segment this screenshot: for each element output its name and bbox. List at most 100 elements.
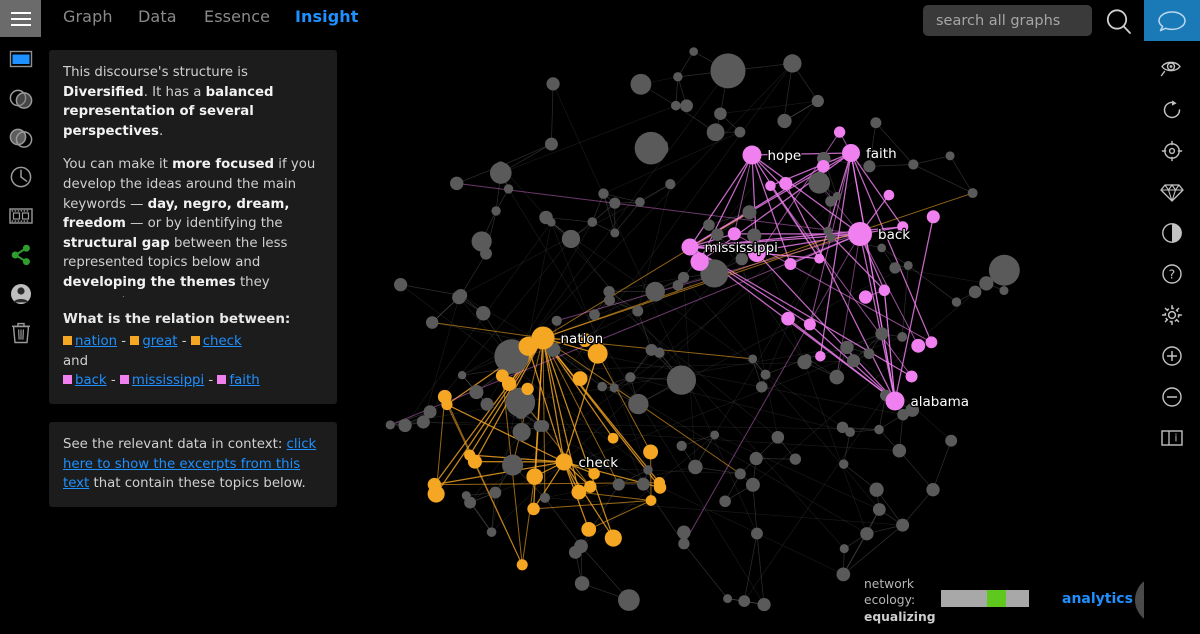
graph-node[interactable] bbox=[815, 350, 826, 362]
graph-node[interactable] bbox=[814, 253, 825, 264]
graph-node-back[interactable] bbox=[848, 222, 872, 246]
graph-node[interactable] bbox=[612, 478, 625, 491]
graph-node[interactable] bbox=[760, 369, 771, 380]
settings-button[interactable] bbox=[1144, 294, 1200, 335]
graph-node[interactable] bbox=[749, 451, 763, 466]
graph-node[interactable] bbox=[645, 495, 657, 506]
graph-node[interactable] bbox=[670, 100, 681, 111]
graph-node[interactable] bbox=[471, 231, 492, 252]
graph-node[interactable] bbox=[710, 430, 720, 440]
graph-node[interactable] bbox=[727, 227, 741, 241]
graph-node[interactable] bbox=[874, 424, 884, 435]
sidebar-item-compare[interactable] bbox=[0, 80, 41, 118]
graph-node[interactable] bbox=[779, 176, 793, 191]
sidebar-item-share[interactable] bbox=[0, 236, 41, 274]
graph-node[interactable] bbox=[846, 354, 861, 368]
graph-node[interactable] bbox=[425, 316, 439, 329]
graph-node[interactable] bbox=[678, 538, 690, 550]
graph-node[interactable] bbox=[808, 172, 831, 194]
sidebar-item-graph-view[interactable] bbox=[0, 41, 41, 79]
graph-node[interactable] bbox=[811, 94, 824, 108]
graph-node[interactable] bbox=[676, 440, 687, 452]
search-icon[interactable] bbox=[1101, 7, 1137, 41]
graph-node[interactable] bbox=[878, 284, 891, 296]
analytics-link[interactable]: analytics bbox=[1062, 591, 1133, 607]
graph-node[interactable] bbox=[988, 254, 1020, 286]
graph-node[interactable] bbox=[677, 525, 691, 539]
graph-node[interactable] bbox=[645, 281, 665, 302]
zoom-out-button[interactable] bbox=[1144, 376, 1200, 417]
sidebar-item-account[interactable] bbox=[0, 275, 41, 313]
graph-node[interactable] bbox=[734, 126, 746, 138]
sidebar-item-delete[interactable] bbox=[0, 314, 41, 352]
graph-node[interactable] bbox=[572, 371, 588, 387]
graph-node[interactable] bbox=[546, 217, 556, 227]
graph-node[interactable] bbox=[748, 354, 758, 364]
graph-node[interactable] bbox=[742, 205, 757, 220]
graph-node[interactable] bbox=[610, 228, 620, 238]
graph-node-mississippi[interactable] bbox=[681, 238, 699, 256]
graph-node[interactable] bbox=[877, 243, 887, 253]
graph-node[interactable] bbox=[609, 383, 619, 393]
graph-node[interactable] bbox=[883, 189, 895, 201]
graph-node[interactable] bbox=[833, 126, 846, 138]
graph-node[interactable] bbox=[734, 468, 746, 480]
graph-node[interactable] bbox=[870, 117, 882, 129]
graph-node[interactable] bbox=[765, 180, 776, 192]
graph-node[interactable] bbox=[892, 443, 907, 458]
contrast-button[interactable] bbox=[1144, 212, 1200, 253]
graph-node[interactable] bbox=[751, 527, 763, 540]
graph-node[interactable] bbox=[512, 422, 531, 442]
relation-keyword-mississippi[interactable]: mississippi bbox=[132, 373, 204, 388]
graph-node[interactable] bbox=[449, 176, 464, 191]
graph-node[interactable] bbox=[803, 318, 816, 331]
graph-node[interactable] bbox=[416, 415, 430, 429]
graph-node[interactable] bbox=[486, 527, 497, 537]
inspect-button[interactable] bbox=[1144, 48, 1200, 89]
graph-node[interactable] bbox=[680, 99, 693, 113]
graph-node[interactable] bbox=[897, 408, 909, 421]
graph-node[interactable] bbox=[546, 77, 560, 91]
graph-node[interactable] bbox=[589, 309, 600, 321]
graph-node[interactable] bbox=[897, 331, 908, 342]
graph-node[interactable] bbox=[858, 290, 873, 304]
graph-node[interactable] bbox=[863, 160, 876, 173]
relation-keyword-faith[interactable]: faith bbox=[229, 373, 259, 388]
graph-node[interactable] bbox=[905, 370, 918, 383]
graph-node[interactable] bbox=[756, 381, 768, 393]
graph-node[interactable] bbox=[527, 502, 540, 516]
zoom-in-button[interactable] bbox=[1144, 335, 1200, 376]
sidebar-item-merge[interactable] bbox=[0, 119, 41, 157]
graph-node[interactable] bbox=[872, 503, 886, 516]
graph-node[interactable] bbox=[476, 306, 491, 321]
graph-node[interactable] bbox=[869, 482, 884, 497]
graph-node[interactable] bbox=[461, 491, 471, 501]
graph-node[interactable] bbox=[706, 123, 725, 142]
graph-node[interactable] bbox=[518, 336, 538, 356]
hamburger-menu-button[interactable] bbox=[0, 0, 41, 37]
graph-node[interactable] bbox=[469, 385, 484, 400]
focus-button[interactable] bbox=[1144, 130, 1200, 171]
graph-node[interactable] bbox=[710, 53, 746, 89]
graph-node[interactable] bbox=[385, 420, 395, 430]
graph-node[interactable] bbox=[672, 280, 684, 291]
graph-node[interactable] bbox=[719, 495, 731, 508]
graph-node[interactable] bbox=[784, 258, 797, 271]
graph-node[interactable] bbox=[783, 54, 802, 73]
graph-node[interactable] bbox=[467, 454, 482, 469]
graph-node[interactable] bbox=[393, 278, 408, 292]
graph-node[interactable] bbox=[829, 369, 845, 385]
glossary-button[interactable]: i bbox=[1144, 417, 1200, 458]
graph-node[interactable] bbox=[823, 226, 833, 236]
graph-node-faith[interactable] bbox=[842, 144, 860, 162]
graph-node[interactable] bbox=[925, 336, 938, 349]
tab-essence[interactable]: Essence bbox=[200, 5, 274, 28]
graph-node[interactable] bbox=[625, 372, 636, 383]
graph-node[interactable] bbox=[896, 518, 910, 532]
graph-node[interactable] bbox=[503, 184, 514, 194]
graph-node[interactable] bbox=[437, 389, 452, 404]
graph-node[interactable] bbox=[875, 327, 889, 341]
relation-keyword-back[interactable]: back bbox=[75, 373, 107, 388]
graph-node[interactable] bbox=[587, 217, 598, 227]
graph-node[interactable] bbox=[688, 459, 703, 475]
